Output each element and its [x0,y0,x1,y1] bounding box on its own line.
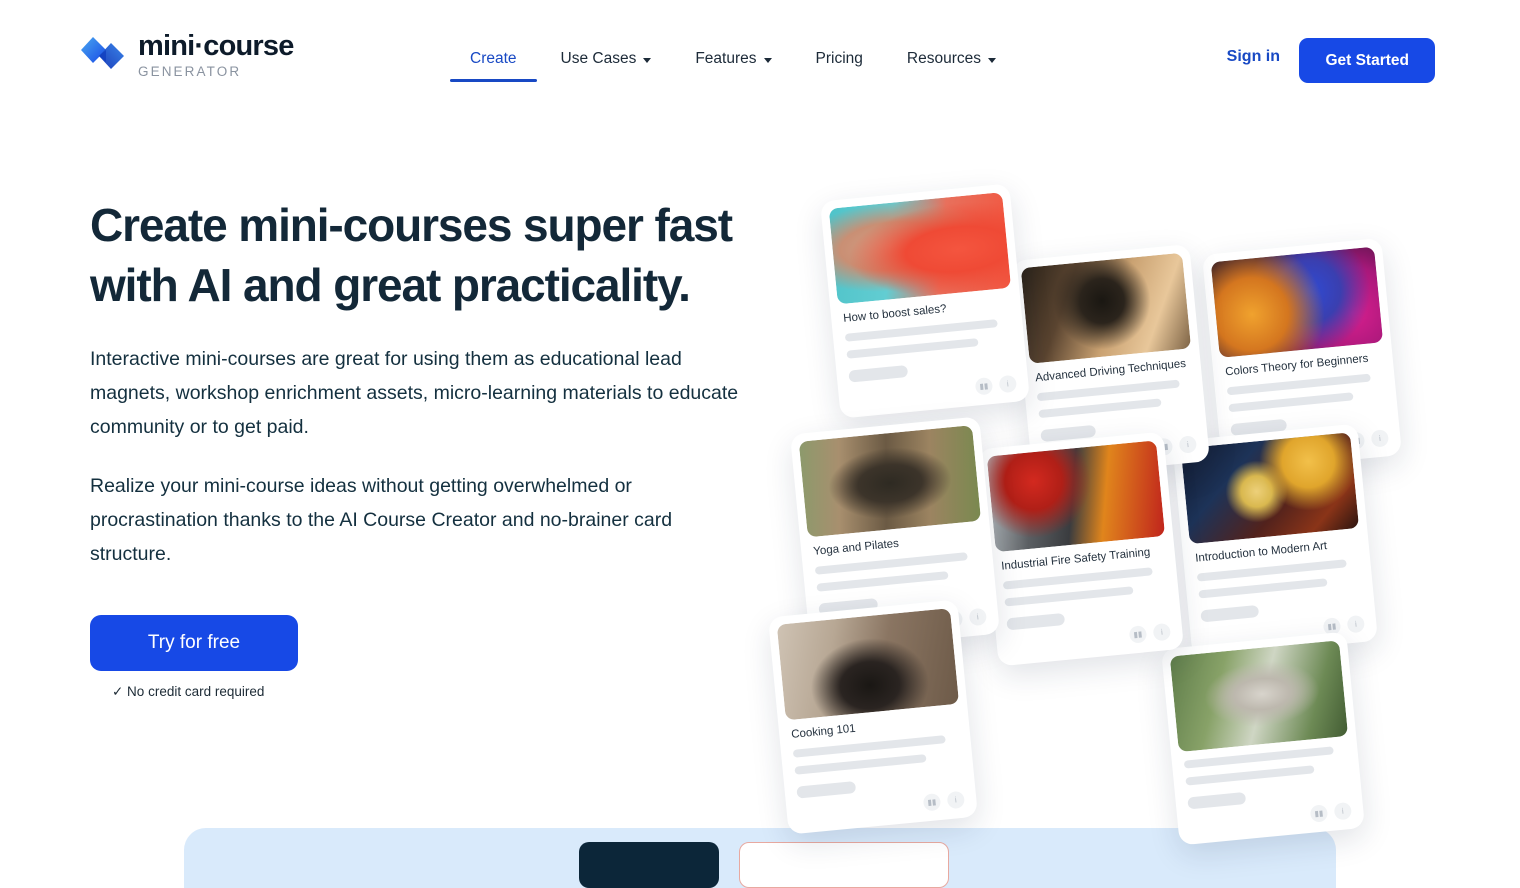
hero-content: Create mini-courses super fast with AI a… [90,196,770,700]
course-card[interactable]: Cooking 101 ▮▮ i [767,599,979,835]
logo-title: mini·course [138,30,294,62]
skeleton-line [1038,398,1162,419]
logo[interactable]: mini·course GENERATOR [80,32,294,79]
tennis-player-photo [1169,640,1349,753]
cooking-pan-photo [776,608,960,721]
nav-item-create[interactable]: Create [448,44,539,82]
hero-paragraph-1: Interactive mini-courses are great for u… [90,347,739,439]
color-ink-smoke-photo [1210,246,1384,358]
info-icon[interactable]: i [968,607,988,627]
get-started-button[interactable]: Get Started [1299,38,1435,83]
skeleton-line [794,754,927,775]
hero-paragraph-2: Realize your mini-course ideas without g… [90,474,673,566]
nav-item-resources[interactable]: Resources [885,44,1018,82]
skeleton-pill [796,780,857,799]
page-title: Create mini-courses super fast with AI a… [90,196,770,316]
skeleton-pill [848,364,909,383]
hero-heading-line-1: Create mini-courses super fast [90,199,733,251]
bar-chart-icon[interactable]: ▮▮ [1128,625,1148,644]
bar-chart-icon[interactable]: ▮▮ [922,792,942,812]
course-card[interactable]: ▮▮ i [1160,631,1366,846]
bar-chart-icon[interactable]: ▮▮ [1309,804,1329,823]
no-credit-card-note: ✓ No credit card required [112,684,265,700]
nav-item-features[interactable]: Features [673,44,793,82]
info-icon[interactable]: i [1178,435,1198,454]
nav-item-label: Pricing [815,50,863,67]
info-icon[interactable]: i [1370,429,1390,448]
sign-in-link[interactable]: Sign in [1227,48,1280,66]
nav-item-pricing[interactable]: Pricing [794,44,885,82]
bottom-light-tab[interactable] [739,842,949,888]
chevron-down-icon [763,57,772,63]
nav-item-label: Features [695,50,757,67]
course-card[interactable]: Industrial Fire Safety Training ▮▮ i [977,431,1185,667]
nav-item-label: Create [470,50,517,67]
course-card[interactable]: How to boost sales? ▮▮ i [819,183,1031,419]
main-nav: Create Use Cases Features Pricing Resour… [448,44,1018,82]
try-for-free-button[interactable]: Try for free [90,615,298,672]
info-icon[interactable]: i [1346,614,1366,634]
woman-with-phone-photo [828,192,1012,305]
skeleton-line [1228,392,1354,413]
skeleton-pill [1200,604,1259,623]
bottom-section-panel [184,828,1336,888]
skeleton-line [846,338,979,359]
hero-heading-line-2: with AI and great practicality. [90,258,691,311]
skeleton-line [1004,586,1134,607]
nav-item-label: Use Cases [560,50,637,67]
chevron-down-icon [988,57,996,63]
site-header: mini·course GENERATOR Create Use Cases F… [0,0,1520,120]
bottom-dark-tab[interactable] [579,842,719,888]
skeleton-line [816,571,949,592]
nav-item-label: Resources [906,50,981,67]
bar-chart-icon[interactable]: ▮▮ [974,376,994,396]
yoga-outdoors-photo [798,425,982,538]
skeleton-line [1185,765,1315,786]
course-card-collage: How to boost sales? ▮▮ i Advanced Drivin… [760,120,1460,846]
skeleton-line [1198,578,1328,599]
nav-item-use-cases[interactable]: Use Cases [539,44,674,82]
firefighter-photo [986,440,1166,553]
mini-course-logo-mark-icon [80,33,126,77]
info-icon[interactable]: i [998,374,1018,394]
skeleton-pill [1006,612,1065,631]
info-icon[interactable]: i [1333,801,1353,821]
car-wheel-burnout-photo [1020,252,1192,364]
info-icon[interactable]: i [946,790,966,810]
info-icon[interactable]: i [1152,622,1172,642]
chevron-down-icon [643,57,652,63]
skeleton-pill [1187,791,1246,810]
logo-subtitle: GENERATOR [138,64,242,79]
